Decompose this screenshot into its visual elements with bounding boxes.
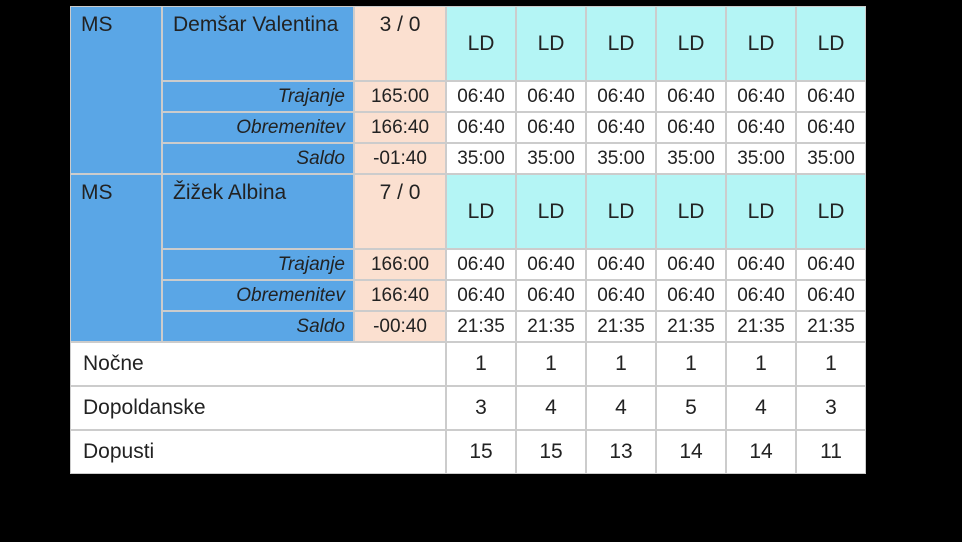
obremenitev-label: Obremenitev bbox=[162, 112, 354, 143]
summary-row: Dopoldanske344543 bbox=[70, 386, 866, 430]
trajanje-day: 06:40 bbox=[446, 81, 516, 112]
saldo-total: -00:40 bbox=[354, 311, 446, 342]
summary-day: 1 bbox=[586, 342, 656, 386]
shift-cell[interactable]: LD bbox=[516, 6, 586, 81]
ratio-cell: 3 / 0 bbox=[354, 6, 446, 81]
summary-label: Nočne bbox=[70, 342, 446, 386]
trajanje-day: 06:40 bbox=[796, 81, 866, 112]
obremenitev-day: 06:40 bbox=[796, 112, 866, 143]
trajanje-day: 06:40 bbox=[586, 81, 656, 112]
summary-day: 14 bbox=[656, 430, 726, 474]
trajanje-day: 06:40 bbox=[656, 249, 726, 280]
summary-day: 4 bbox=[586, 386, 656, 430]
trajanje-day: 06:40 bbox=[586, 249, 656, 280]
summary-day: 5 bbox=[656, 386, 726, 430]
obremenitev-day: 06:40 bbox=[656, 280, 726, 311]
summary-label: Dopusti bbox=[70, 430, 446, 474]
obremenitev-day: 06:40 bbox=[726, 112, 796, 143]
summary-day: 13 bbox=[586, 430, 656, 474]
saldo-total: -01:40 bbox=[354, 143, 446, 174]
saldo-day: 35:00 bbox=[586, 143, 656, 174]
trajanje-day: 06:40 bbox=[446, 249, 516, 280]
trajanje-day: 06:40 bbox=[516, 249, 586, 280]
trajanje-total: 166:00 bbox=[354, 249, 446, 280]
shift-cell[interactable]: LD bbox=[656, 174, 726, 249]
obremenitev-day: 06:40 bbox=[446, 280, 516, 311]
shift-cell[interactable]: LD bbox=[726, 174, 796, 249]
summary-day: 1 bbox=[446, 342, 516, 386]
role-cell: MS bbox=[70, 174, 162, 342]
saldo-day: 21:35 bbox=[586, 311, 656, 342]
summary-day: 15 bbox=[516, 430, 586, 474]
obremenitev-day: 06:40 bbox=[656, 112, 726, 143]
saldo-row: Saldo-01:4035:0035:0035:0035:0035:0035:0… bbox=[70, 143, 866, 174]
saldo-day: 35:00 bbox=[516, 143, 586, 174]
saldo-day: 21:35 bbox=[726, 311, 796, 342]
summary-day: 1 bbox=[656, 342, 726, 386]
obremenitev-label: Obremenitev bbox=[162, 280, 354, 311]
obremenitev-row: Obremenitev166:4006:4006:4006:4006:4006:… bbox=[70, 112, 866, 143]
summary-day: 4 bbox=[726, 386, 796, 430]
summary-label: Dopoldanske bbox=[70, 386, 446, 430]
trajanje-day: 06:40 bbox=[516, 81, 586, 112]
summary-day: 3 bbox=[446, 386, 516, 430]
saldo-day: 21:35 bbox=[656, 311, 726, 342]
summary-day: 4 bbox=[516, 386, 586, 430]
employee-name: Žižek Albina bbox=[162, 174, 354, 249]
summary-row: Dopusti151513141411 bbox=[70, 430, 866, 474]
employee-header-row: MSDemšar Valentina3 / 0LDLDLDLDLDLD bbox=[70, 6, 866, 81]
trajanje-day: 06:40 bbox=[656, 81, 726, 112]
trajanje-label: Trajanje bbox=[162, 81, 354, 112]
summary-day: 14 bbox=[726, 430, 796, 474]
saldo-row: Saldo-00:4021:3521:3521:3521:3521:3521:3… bbox=[70, 311, 866, 342]
shift-cell[interactable]: LD bbox=[446, 174, 516, 249]
summary-day: 1 bbox=[516, 342, 586, 386]
obremenitev-total: 166:40 bbox=[354, 280, 446, 311]
saldo-day: 21:35 bbox=[796, 311, 866, 342]
obremenitev-day: 06:40 bbox=[586, 280, 656, 311]
obremenitev-day: 06:40 bbox=[446, 112, 516, 143]
obremenitev-day: 06:40 bbox=[586, 112, 656, 143]
trajanje-total: 165:00 bbox=[354, 81, 446, 112]
trajanje-label: Trajanje bbox=[162, 249, 354, 280]
shift-cell[interactable]: LD bbox=[656, 6, 726, 81]
shift-cell[interactable]: LD bbox=[446, 6, 516, 81]
trajanje-row: Trajanje165:0006:4006:4006:4006:4006:400… bbox=[70, 81, 866, 112]
saldo-day: 21:35 bbox=[516, 311, 586, 342]
shift-cell[interactable]: LD bbox=[796, 6, 866, 81]
shift-cell[interactable]: LD bbox=[726, 6, 796, 81]
saldo-day: 35:00 bbox=[796, 143, 866, 174]
obremenitev-total: 166:40 bbox=[354, 112, 446, 143]
saldo-day: 35:00 bbox=[446, 143, 516, 174]
summary-day: 1 bbox=[796, 342, 866, 386]
shift-cell[interactable]: LD bbox=[516, 174, 586, 249]
summary-row: Nočne111111 bbox=[70, 342, 866, 386]
shift-cell[interactable]: LD bbox=[586, 174, 656, 249]
trajanje-row: Trajanje166:0006:4006:4006:4006:4006:400… bbox=[70, 249, 866, 280]
trajanje-day: 06:40 bbox=[726, 249, 796, 280]
obremenitev-row: Obremenitev166:4006:4006:4006:4006:4006:… bbox=[70, 280, 866, 311]
employee-header-row: MSŽižek Albina7 / 0LDLDLDLDLDLD bbox=[70, 174, 866, 249]
shift-cell[interactable]: LD bbox=[796, 174, 866, 249]
saldo-label: Saldo bbox=[162, 311, 354, 342]
summary-day: 3 bbox=[796, 386, 866, 430]
saldo-day: 35:00 bbox=[726, 143, 796, 174]
summary-day: 15 bbox=[446, 430, 516, 474]
obremenitev-day: 06:40 bbox=[516, 112, 586, 143]
summary-day: 11 bbox=[796, 430, 866, 474]
summary-day: 1 bbox=[726, 342, 796, 386]
saldo-day: 35:00 bbox=[656, 143, 726, 174]
employee-name: Demšar Valentina bbox=[162, 6, 354, 81]
role-cell: MS bbox=[70, 6, 162, 174]
trajanje-day: 06:40 bbox=[796, 249, 866, 280]
obremenitev-day: 06:40 bbox=[516, 280, 586, 311]
saldo-label: Saldo bbox=[162, 143, 354, 174]
obremenitev-day: 06:40 bbox=[796, 280, 866, 311]
obremenitev-day: 06:40 bbox=[726, 280, 796, 311]
schedule-table: MSDemšar Valentina3 / 0LDLDLDLDLDLDTraja… bbox=[70, 6, 866, 474]
shift-cell[interactable]: LD bbox=[586, 6, 656, 81]
saldo-day: 21:35 bbox=[446, 311, 516, 342]
trajanje-day: 06:40 bbox=[726, 81, 796, 112]
ratio-cell: 7 / 0 bbox=[354, 174, 446, 249]
